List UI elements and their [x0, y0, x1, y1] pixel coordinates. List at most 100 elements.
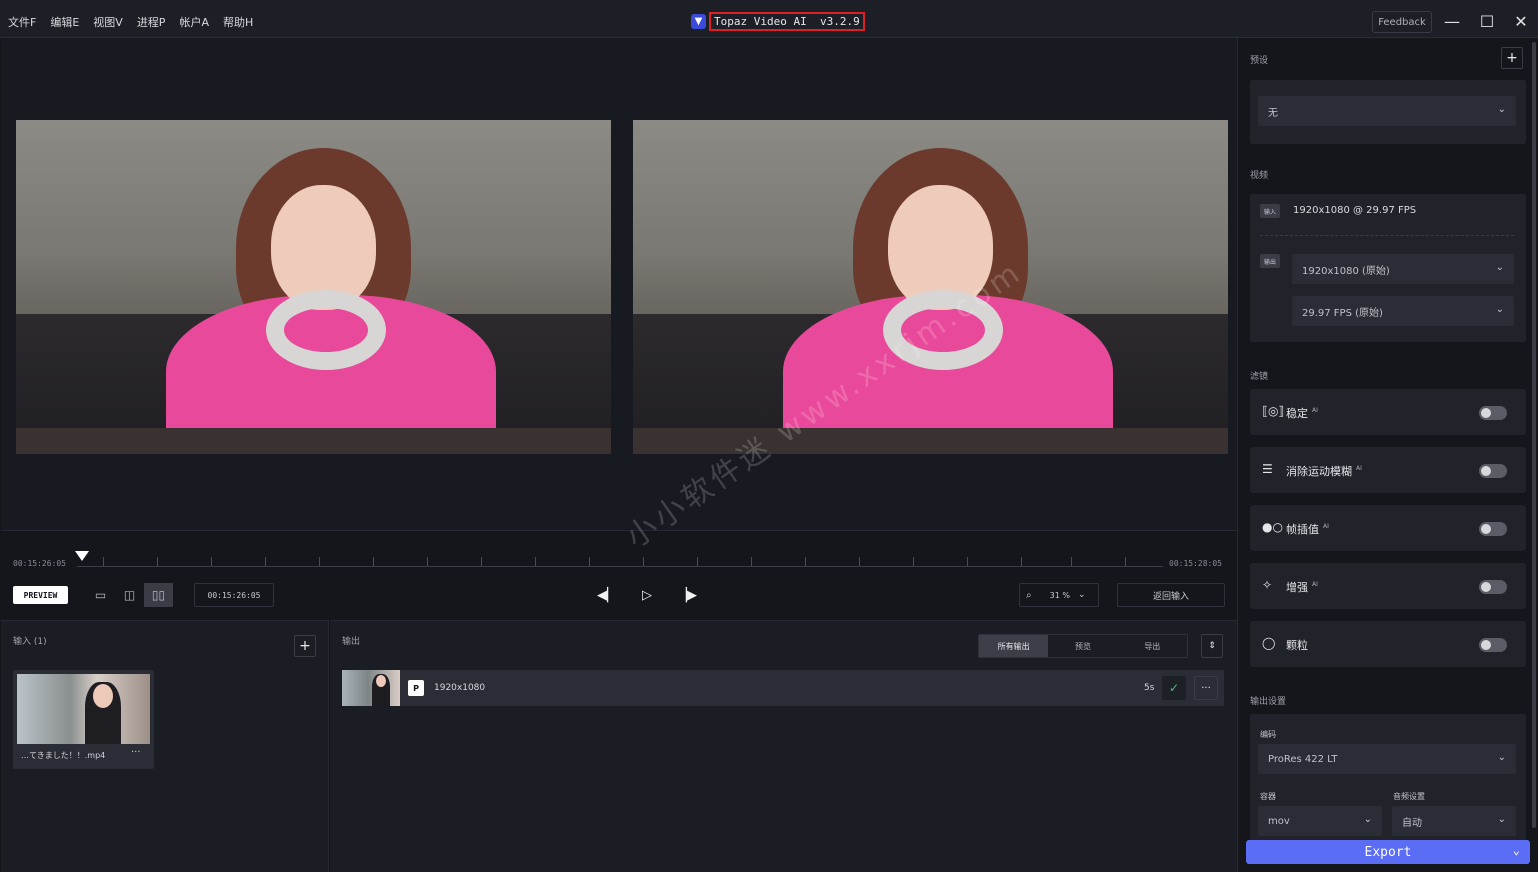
- timeline-track[interactable]: [77, 566, 1163, 567]
- interpolation-icon: ●○: [1262, 520, 1283, 534]
- chevron-down-icon: ⌄: [1497, 814, 1506, 825]
- filter-stabilization[interactable]: ⟦◎⟧ 稳定 AI: [1250, 389, 1526, 435]
- filter-enhancement[interactable]: ✧ 增强 AI: [1250, 563, 1526, 609]
- video-frame-image: [16, 120, 611, 454]
- chevron-down-icon[interactable]: ⌄: [1513, 843, 1520, 857]
- tab-all-outputs[interactable]: 所有输出: [979, 635, 1049, 657]
- tab-previews[interactable]: 预览: [1048, 635, 1117, 657]
- step-back-icon[interactable]: ◀▏: [595, 583, 619, 607]
- chevron-down-icon: ⌄: [1077, 590, 1086, 600]
- split-view-icon[interactable]: ◫: [115, 583, 144, 607]
- filter-name-wrap: 稳定 AI: [1286, 405, 1318, 421]
- filter-frame-interpolation[interactable]: ●○ 帧插值 AI: [1250, 505, 1526, 551]
- menu-edit[interactable]: 编辑E: [50, 14, 79, 30]
- video-card: 输入 1920x1080 @ 29.97 FPS 输出 1920x1080 (原…: [1250, 194, 1526, 342]
- input-file-card[interactable]: …てきました！！.mp4 ···: [13, 670, 154, 769]
- stabilize-icon: ⟦◎⟧: [1262, 404, 1285, 418]
- input-badge: 输入: [1260, 204, 1280, 218]
- preview-button[interactable]: PREVIEW: [13, 586, 68, 604]
- enhanced-video-frame[interactable]: [633, 120, 1228, 454]
- divider: [1260, 235, 1514, 236]
- menu-account[interactable]: 帐户A: [179, 14, 209, 30]
- maximize-icon[interactable]: ☐: [1474, 8, 1500, 34]
- ai-tag: AI: [1323, 523, 1329, 531]
- container-label: 容器: [1260, 792, 1276, 801]
- tab-exports[interactable]: 导出: [1118, 635, 1187, 657]
- panel-scrollbar[interactable]: [1532, 42, 1536, 828]
- more-options-icon[interactable]: ···: [1194, 676, 1218, 700]
- frame-interpolation-toggle[interactable]: [1479, 522, 1507, 536]
- output-row[interactable]: P 1920x1080 5s ✓ ···: [342, 670, 1224, 706]
- zoom-value: 31 %: [1049, 590, 1070, 600]
- filter-grain[interactable]: ◯ 颗粒: [1250, 621, 1526, 667]
- chevron-down-icon: ⌄: [1497, 752, 1506, 763]
- grain-toggle[interactable]: [1479, 638, 1507, 652]
- filter-name-wrap: 消除运动模糊 AI: [1286, 463, 1362, 479]
- checkmark-icon[interactable]: ✓: [1162, 676, 1186, 700]
- playhead-handle[interactable]: [75, 551, 89, 561]
- filters-label: 滤镜: [1250, 372, 1269, 382]
- preview-viewer: [1, 38, 1237, 530]
- original-video-frame[interactable]: [16, 120, 611, 454]
- preset-select[interactable]: 无 ⌄: [1258, 96, 1516, 126]
- container-value: mov: [1268, 815, 1290, 827]
- step-forward-icon[interactable]: ▕▶: [675, 583, 699, 607]
- output-settings-card: 编码 ProRes 422 LT ⌄ 容器 mov ⌄ 音频设置 自动 ⌄: [1250, 714, 1526, 844]
- filter-name-wrap: 颗粒: [1286, 637, 1312, 653]
- menu-file[interactable]: 文件F: [8, 14, 36, 30]
- return-to-input-button[interactable]: 返回输入: [1117, 583, 1225, 607]
- output-resolution-value: 1920x1080 (原始): [1302, 265, 1390, 277]
- sort-icon[interactable]: ⇕: [1201, 634, 1223, 658]
- minimize-icon[interactable]: —: [1439, 8, 1465, 34]
- codec-label: 编码: [1260, 730, 1276, 739]
- filter-motion-deblur[interactable]: ☰ 消除运动模糊 AI: [1250, 447, 1526, 493]
- add-input-button[interactable]: +: [294, 635, 316, 657]
- codec-select[interactable]: ProRes 422 LT ⌄: [1258, 744, 1516, 774]
- timeline-start-timecode: 00:15:26:05: [13, 559, 66, 568]
- outputs-title: 输出: [342, 637, 361, 647]
- close-icon[interactable]: ✕: [1508, 8, 1534, 34]
- side-by-side-view-icon[interactable]: ▯▯: [144, 583, 173, 607]
- zoom-control[interactable]: ⌕ 31 % ⌄: [1019, 583, 1099, 607]
- export-label: Export: [1364, 844, 1412, 860]
- video-frame-image: [633, 120, 1228, 454]
- outputs-panel: 输出 所有输出 预览 导出 ⇕ P 1920x1080 5s ✓ ···: [330, 620, 1237, 872]
- output-resolution-select[interactable]: 1920x1080 (原始) ⌄: [1292, 254, 1514, 284]
- filter-name-wrap: 帧插值 AI: [1286, 521, 1329, 537]
- audio-select[interactable]: 自动 ⌄: [1392, 806, 1516, 836]
- feedback-button[interactable]: Feedback: [1372, 11, 1432, 33]
- add-preset-button[interactable]: +: [1501, 47, 1523, 69]
- codec-value: ProRes 422 LT: [1268, 753, 1338, 765]
- output-fps-value: 29.97 FPS (原始): [1302, 307, 1383, 319]
- output-duration: 5s: [1144, 683, 1155, 693]
- audio-label: 音频设置: [1393, 792, 1425, 801]
- inputs-title: 输入 (1): [13, 637, 47, 647]
- export-button[interactable]: Export ⌄: [1246, 840, 1530, 864]
- output-thumbnail: [342, 670, 400, 706]
- menu-view[interactable]: 视图V: [93, 14, 123, 30]
- more-options-icon[interactable]: ···: [131, 747, 141, 758]
- output-resolution: 1920x1080: [434, 683, 486, 693]
- input-file-name: …てきました！！.mp4: [21, 751, 106, 760]
- timeline-end-timecode: 00:15:28:05: [1169, 559, 1222, 568]
- preset-card: 无 ⌄: [1250, 80, 1526, 144]
- audio-value: 自动: [1402, 817, 1422, 829]
- ai-tag: AI: [1356, 465, 1362, 473]
- play-icon[interactable]: ▷: [635, 583, 659, 607]
- preset-label: 预设: [1250, 56, 1269, 66]
- filter-name: 增强: [1286, 581, 1308, 594]
- chevron-down-icon: ⌄: [1497, 104, 1506, 115]
- current-timecode[interactable]: 00:15:26:05: [194, 583, 274, 607]
- filter-name: 颗粒: [1286, 639, 1308, 652]
- container-select[interactable]: mov ⌄: [1258, 806, 1382, 836]
- output-settings-label: 输出设置: [1250, 697, 1287, 707]
- filter-name: 稳定: [1286, 407, 1308, 420]
- single-view-icon[interactable]: ▭: [86, 583, 115, 607]
- ai-tag: AI: [1312, 407, 1318, 415]
- output-fps-select[interactable]: 29.97 FPS (原始) ⌄: [1292, 296, 1514, 326]
- menu-help[interactable]: 帮助H: [223, 14, 253, 30]
- motion-deblur-toggle[interactable]: [1479, 464, 1507, 478]
- enhancement-toggle[interactable]: [1479, 580, 1507, 594]
- menu-process[interactable]: 进程P: [137, 14, 166, 30]
- stabilization-toggle[interactable]: [1479, 406, 1507, 420]
